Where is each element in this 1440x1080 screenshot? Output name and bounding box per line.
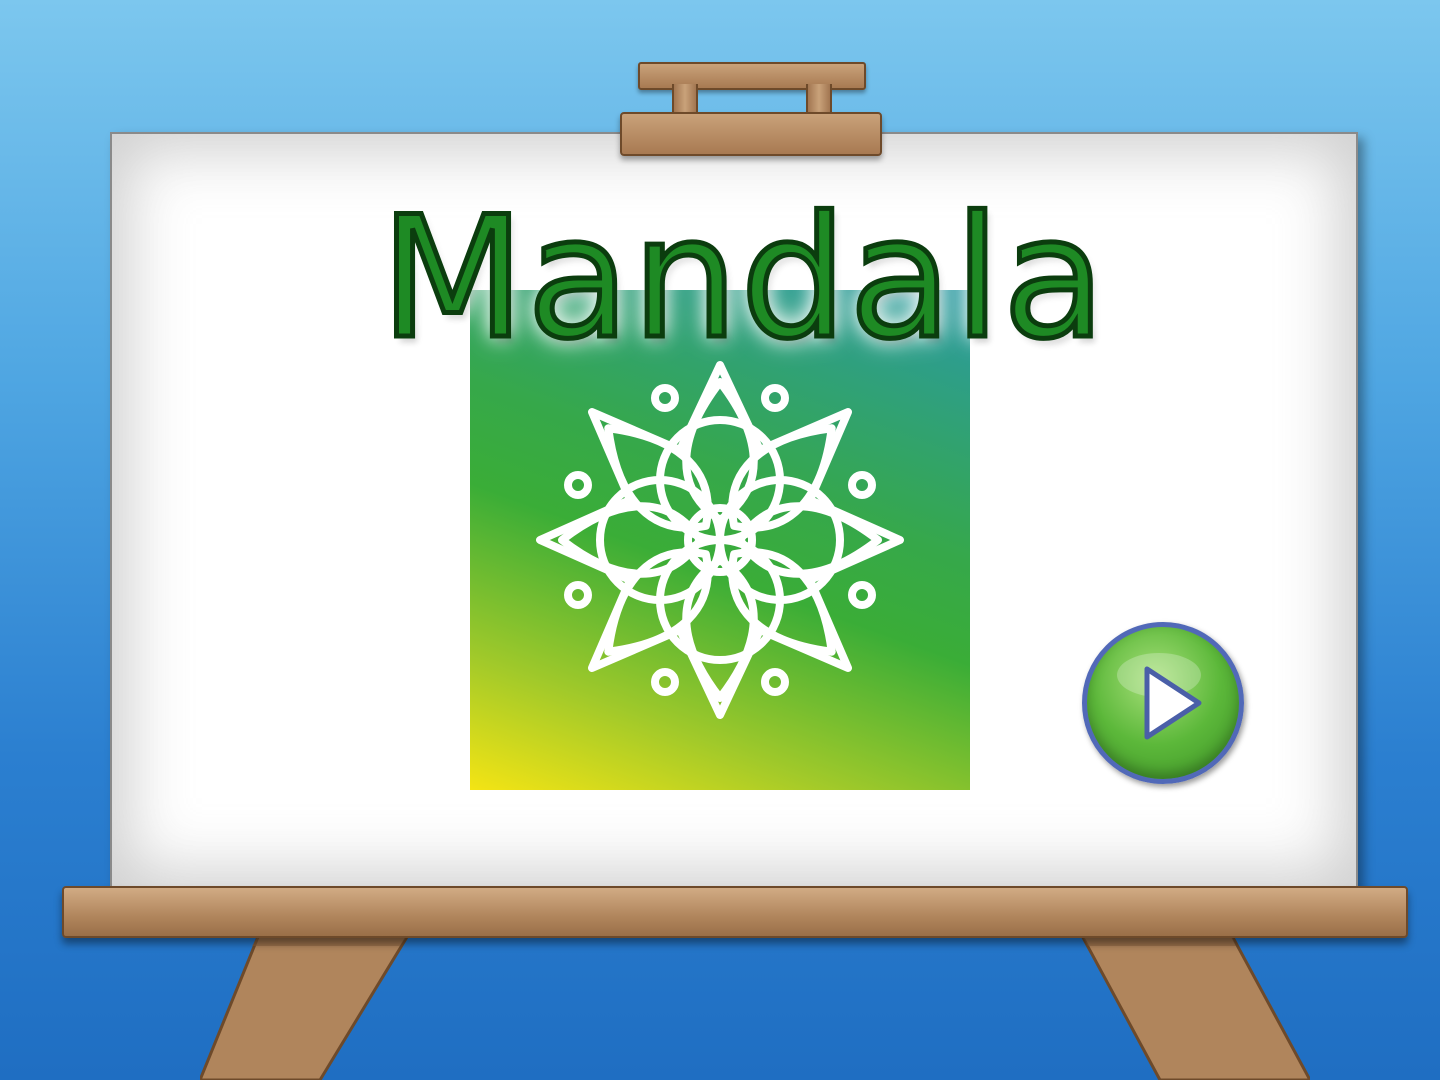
easel-clamp-block: [620, 112, 882, 156]
play-button[interactable]: [1082, 622, 1244, 784]
easel-ledge: [62, 886, 1408, 938]
easel-leg-right: [1080, 932, 1310, 1080]
play-icon: [1117, 653, 1202, 740]
game-title: Mandala: [378, 178, 1109, 379]
easel-leg-left: [200, 932, 412, 1080]
